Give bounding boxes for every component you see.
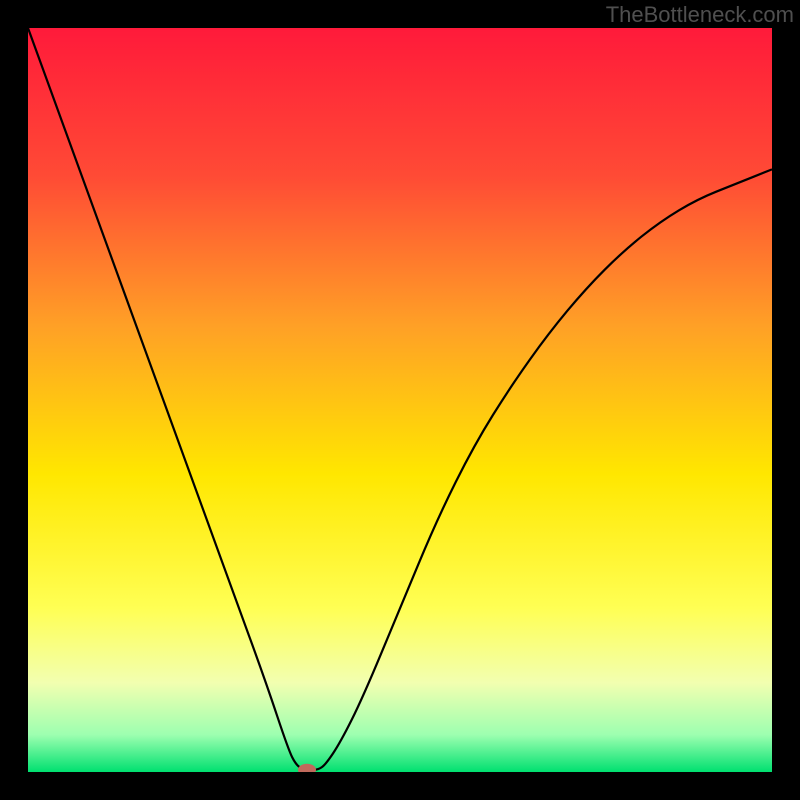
chart-plot-area — [28, 28, 772, 772]
watermark-text: TheBottleneck.com — [606, 2, 794, 28]
chart-background — [28, 28, 772, 772]
bottleneck-chart — [28, 28, 772, 772]
